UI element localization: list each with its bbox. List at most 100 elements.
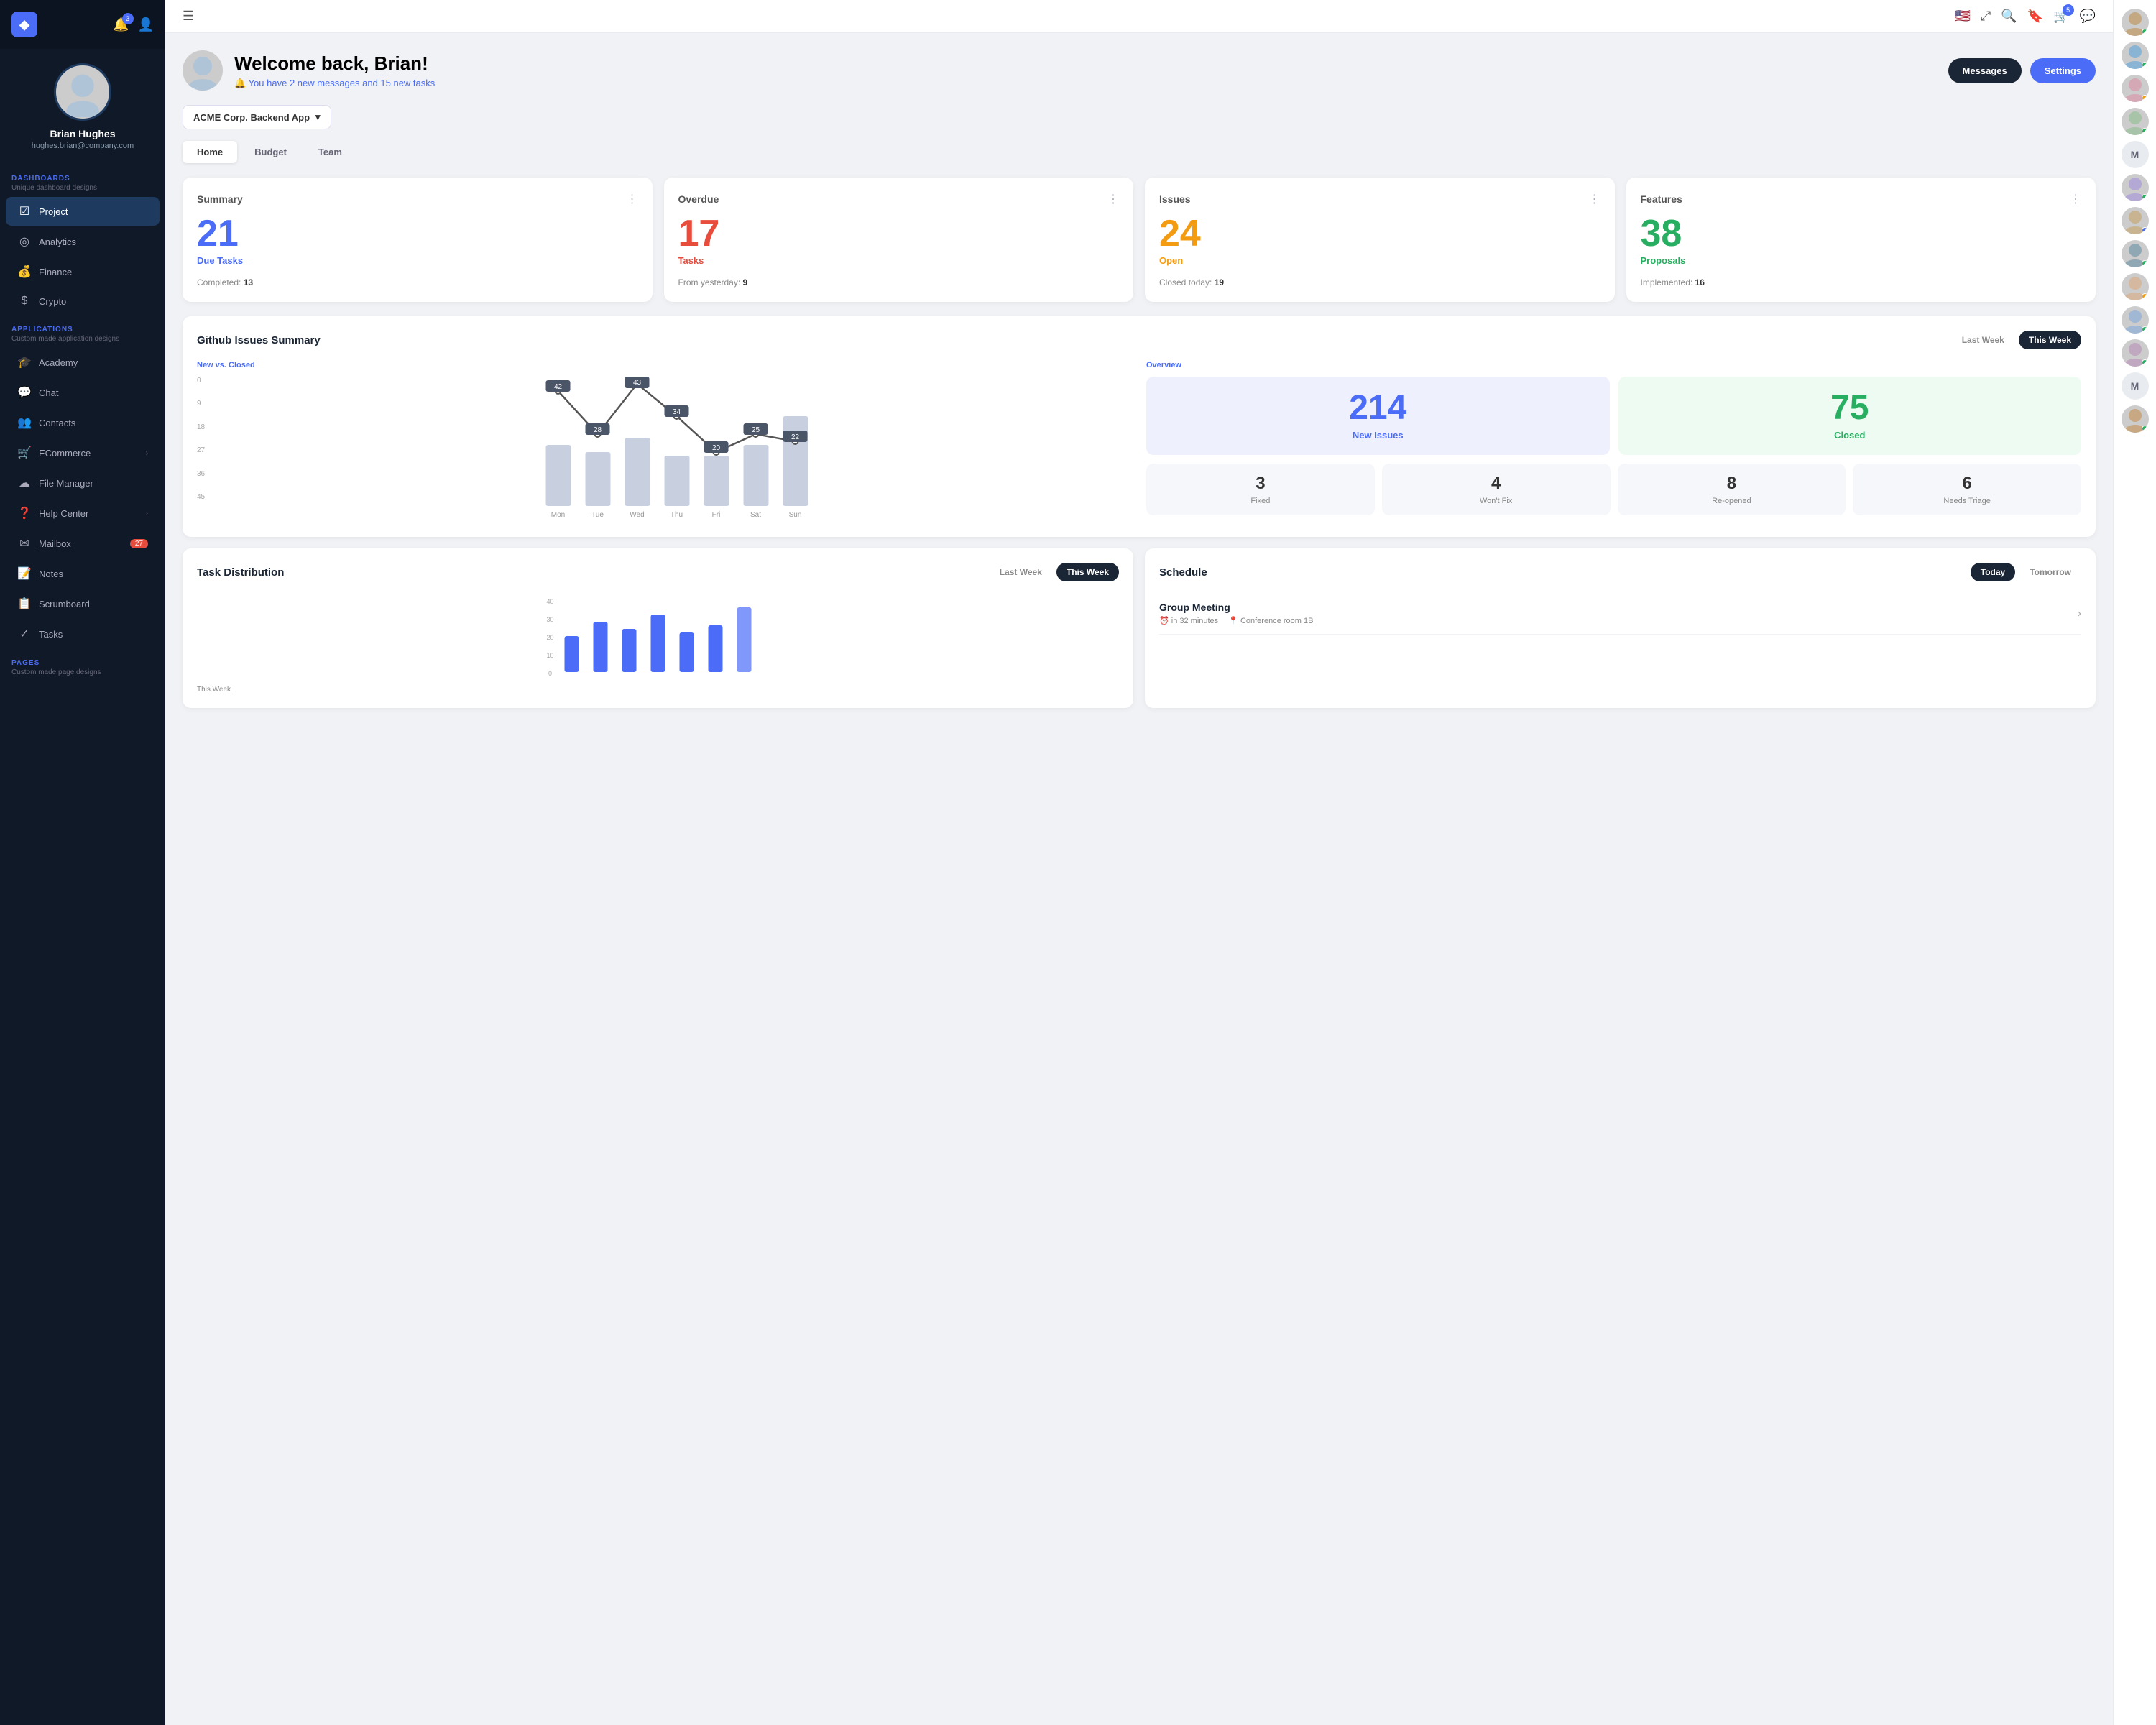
topbar: ☰ 🇺🇸 ⤢ 🔍 🔖 🛒 5 💬 [165,0,2113,33]
last-week-btn[interactable]: Last Week [1952,331,2014,349]
topbar-left: ☰ [183,9,194,24]
task-last-week-btn[interactable]: Last Week [990,563,1052,581]
sidebar-item-chat[interactable]: 💬 Chat [6,378,160,407]
closed-num: 75 [1633,391,2068,426]
sidebar-item-analytics[interactable]: ◎ Analytics [6,227,160,256]
messages-icon[interactable]: 💬 [2080,9,2096,24]
svg-text:42: 42 [554,383,563,391]
stat-features-title: Features [1641,193,1682,205]
bookmark-icon[interactable]: 🔖 [2027,9,2043,24]
right-avatar-10[interactable] [2122,339,2149,367]
stat-card-features: Features ⋮ 38 Proposals Implemented: 16 [1626,178,2096,302]
page-content: Welcome back, Brian! 🔔 You have 2 new me… [165,33,2113,725]
welcome-text: Welcome back, Brian! 🔔 You have 2 new me… [234,52,435,89]
tab-home[interactable]: Home [183,141,237,163]
right-avatar-8[interactable] [2122,273,2149,300]
right-avatar-6[interactable] [2122,207,2149,234]
chat-icon: 💬 [17,385,32,400]
user-avatar [54,63,111,121]
right-avatar-5[interactable] [2122,174,2149,201]
sidebar-item-filemanager[interactable]: ☁ File Manager [6,469,160,497]
sidebar-item-ecommerce[interactable]: 🛒 ECommerce › [6,438,160,467]
chart-section: New vs. Closed 4536271890 [197,361,2081,523]
cart-icon[interactable]: 🛒 5 [2053,9,2069,24]
this-week-btn[interactable]: This Week [2019,331,2081,349]
svg-text:10: 10 [546,652,553,659]
stat-overdue-title: Overdue [678,193,719,205]
stat-overdue-number: 17 [678,215,1120,252]
right-avatar-9[interactable] [2122,306,2149,334]
right-avatar-2[interactable] [2122,42,2149,69]
app-logo[interactable]: ◆ [11,12,37,37]
tab-team[interactable]: Team [304,141,356,163]
messages-button[interactable]: Messages [1948,58,2022,83]
sidebar-item-notes[interactable]: 📝 Notes [6,559,160,588]
stat-issues-number: 24 [1159,215,1600,252]
right-avatar-3[interactable] [2122,75,2149,102]
stat-overdue-label: Tasks [678,255,1120,266]
right-avatar-7[interactable] [2122,240,2149,267]
tasks-icon: ✓ [17,627,32,641]
right-avatar-m1[interactable]: M [2122,141,2149,168]
settings-button[interactable]: Settings [2030,58,2096,83]
helpcenter-arrow: › [146,510,148,518]
hamburger-icon[interactable]: ☰ [183,9,194,24]
svg-text:34: 34 [673,408,681,416]
task-distribution-panel: Task Distribution Last Week This Week 0 … [183,548,1133,708]
sidebar-item-academy[interactable]: 🎓 Academy [6,348,160,377]
sidebar-item-crypto[interactable]: $ Crypto [6,288,160,315]
stat-issues-label: Open [1159,255,1600,266]
sidebar-item-project[interactable]: ☑ Project [6,197,160,226]
task-this-week-btn[interactable]: This Week [1056,563,1119,581]
avatar-dot-1 [2142,29,2148,35]
tabs-row: Home Budget Team [183,141,2096,163]
svg-text:Fri: Fri [712,511,721,519]
schedule-title: Schedule [1159,566,1207,579]
sidebar-item-mailbox[interactable]: ✉ Mailbox 27 [6,529,160,558]
sidebar-item-tasks[interactable]: ✓ Tasks [6,620,160,648]
right-avatar-4[interactable] [2122,108,2149,135]
stat-summary-menu[interactable]: ⋮ [627,192,638,206]
stat-overdue-menu[interactable]: ⋮ [1107,192,1119,206]
welcome-greeting: Welcome back, Brian! [234,52,435,75]
line-chart-area: New vs. Closed 4536271890 [197,361,1132,523]
avatar-dot-11 [2142,426,2148,432]
sidebar-item-scrumboard[interactable]: 📋 Scrumboard [6,589,160,618]
user-name: Brian Hughes [11,128,154,139]
svg-text:Sun: Sun [789,511,802,519]
user-menu-icon[interactable]: 👤 [138,17,154,32]
schedule-item-arrow[interactable]: › [2078,607,2081,620]
task-dist-header: Task Distribution Last Week This Week [197,563,1119,581]
meeting-title: Group Meeting [1159,602,1313,613]
welcome-sub: 🔔 You have 2 new messages and 15 new tas… [234,78,435,89]
right-avatar-column: M M [2113,0,2156,1725]
app-selector[interactable]: ACME Corp. Backend App ▾ [183,105,331,129]
search-icon[interactable]: 🔍 [2001,9,2017,24]
right-avatar-11[interactable] [2122,405,2149,433]
flag-icon[interactable]: 🇺🇸 [1954,9,1970,24]
svg-text:40: 40 [546,598,553,605]
right-avatar-m2[interactable]: M [2122,372,2149,400]
overview-label: Overview [1146,361,2081,369]
closed-label: Closed [1633,430,2068,441]
stat-summary-number: 21 [197,215,638,252]
helpcenter-icon: ❓ [17,506,32,520]
topbar-right: 🇺🇸 ⤢ 🔍 🔖 🛒 5 💬 [1954,9,2096,24]
notifications-icon[interactable]: 🔔 3 [113,17,129,32]
github-panel-title: Github Issues Summary [197,334,321,346]
tomorrow-btn[interactable]: Tomorrow [2019,563,2081,581]
avatar-dot-9 [2142,326,2148,333]
stat-summary-label: Due Tasks [197,255,638,266]
tab-budget[interactable]: Budget [240,141,301,163]
sidebar-item-helpcenter[interactable]: ❓ Help Center › [6,499,160,528]
mailbox-icon: ✉ [17,536,32,551]
stat-issues-menu[interactable]: ⋮ [1589,192,1600,206]
meeting-location: 📍 Conference room 1B [1228,616,1313,625]
sidebar-item-contacts[interactable]: 👥 Contacts [6,408,160,437]
sidebar-item-finance[interactable]: 💰 Finance [6,257,160,286]
stat-features-number: 38 [1641,215,2082,252]
right-avatar-1[interactable] [2122,9,2149,36]
fullscreen-icon[interactable]: ⤢ [1981,9,1991,24]
stat-features-menu[interactable]: ⋮ [2070,192,2081,206]
today-btn[interactable]: Today [1971,563,2015,581]
